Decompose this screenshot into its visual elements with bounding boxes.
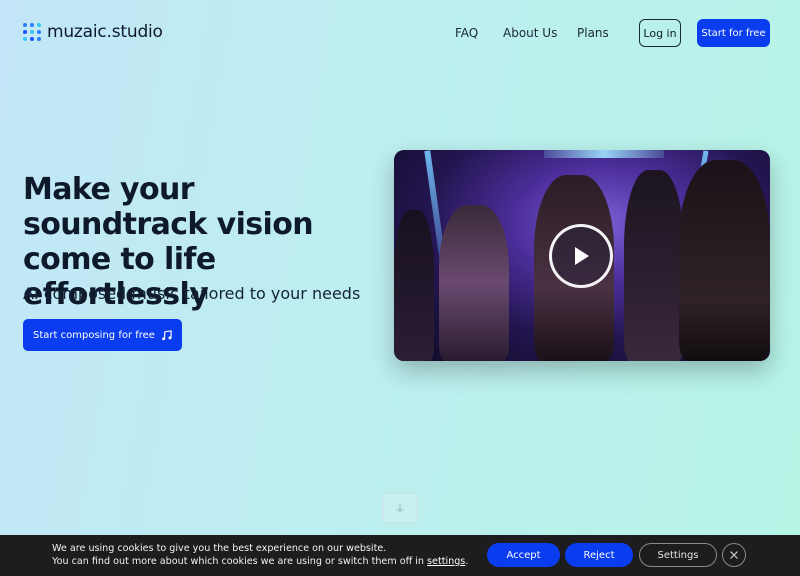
cookie-message-prefix: You can find out more about which cookie… — [52, 555, 428, 567]
cookie-settings-button[interactable]: Settings — [639, 543, 717, 567]
cookie-message: We are using cookies to give you the bes… — [52, 543, 468, 568]
scroll-down-button[interactable] — [382, 493, 418, 523]
hero-video[interactable] — [394, 150, 770, 361]
music-note-icon — [162, 329, 172, 340]
dancer-figure — [439, 205, 509, 361]
site-header: muzaic.studio FAQ About Us Plans Log in … — [0, 0, 800, 66]
start-for-free-button[interactable]: Start for free — [697, 19, 770, 47]
nav-faq[interactable]: FAQ — [455, 26, 478, 40]
logo-icon — [23, 23, 41, 41]
cookie-accept-button[interactable]: Accept — [487, 543, 560, 567]
cookie-banner: We are using cookies to give you the bes… — [0, 535, 800, 576]
arrow-down-icon — [396, 504, 404, 513]
dancer-figure — [394, 210, 434, 361]
cookie-message-suffix: . — [465, 555, 469, 567]
logo[interactable]: muzaic.studio — [23, 22, 163, 42]
nav-plans[interactable]: Plans — [577, 26, 609, 40]
close-icon — [730, 551, 738, 559]
logo-text: muzaic.studio — [47, 22, 163, 42]
hero-subtitle: AI composed music tailored to your needs — [23, 284, 361, 303]
start-composing-button[interactable]: Start composing for free — [23, 319, 182, 351]
cookie-message-line1: We are using cookies to give you the bes… — [52, 543, 387, 554]
cookie-reject-button[interactable]: Reject — [565, 543, 633, 567]
cookie-message-line2: You can find out more about which cookie… — [52, 556, 468, 569]
login-button[interactable]: Log in — [639, 19, 681, 47]
start-composing-label: Start composing for free — [33, 329, 155, 341]
play-button[interactable] — [549, 224, 613, 288]
stage-light — [544, 150, 664, 158]
cookie-settings-link[interactable]: settings — [427, 556, 465, 567]
dancer-figure — [679, 160, 770, 361]
play-icon — [575, 247, 589, 265]
nav-about-us[interactable]: About Us — [503, 26, 557, 40]
cookie-close-button[interactable] — [722, 543, 746, 567]
dancer-figure — [624, 170, 684, 361]
